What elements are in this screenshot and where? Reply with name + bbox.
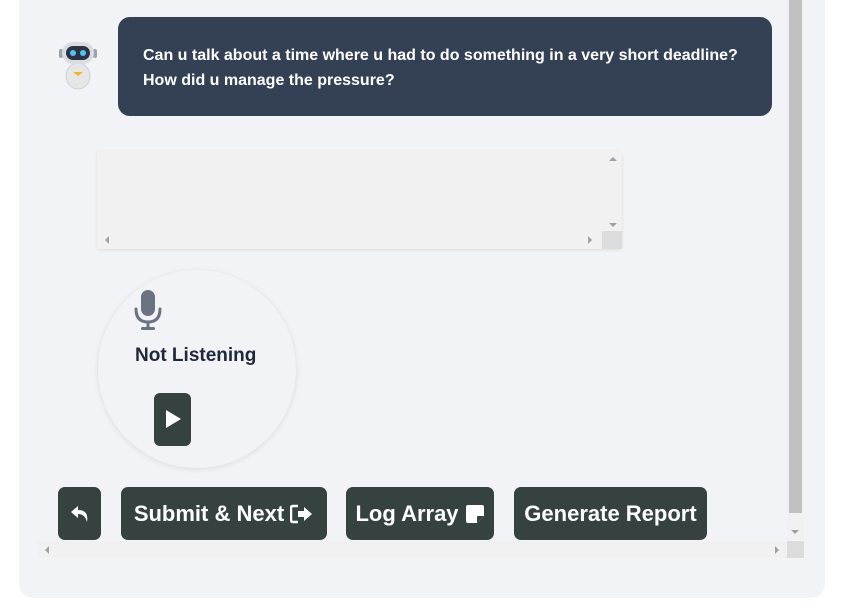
log-array-button[interactable]: Log Array <box>346 487 494 540</box>
play-icon <box>166 410 181 428</box>
page-vertical-scrollbar[interactable] <box>787 0 804 540</box>
scroll-up-arrow-icon[interactable] <box>609 157 617 161</box>
answer-textarea-container <box>97 151 622 249</box>
scrollbar-corner <box>787 541 804 558</box>
submit-next-label: Submit & Next <box>133 500 285 526</box>
bot-message-bubble: Can u talk about a time where u had to d… <box>118 17 772 116</box>
microphone-icon <box>134 290 162 330</box>
listening-status-label: Not Listening <box>135 345 257 366</box>
sticky-note-icon <box>465 504 484 523</box>
textarea-resize-corner[interactable] <box>602 231 622 249</box>
submit-next-button[interactable]: Submit & Next <box>121 487 327 540</box>
textarea-vertical-scrollbar[interactable] <box>604 151 622 231</box>
sign-out-arrow-icon <box>290 504 313 523</box>
scroll-left-arrow-icon[interactable] <box>105 236 109 244</box>
page-horizontal-scrollbar[interactable] <box>37 541 787 558</box>
scroll-down-arrow-icon[interactable] <box>791 530 799 534</box>
undo-arrow-icon <box>70 505 87 522</box>
play-button[interactable] <box>154 393 191 446</box>
scroll-down-arrow-icon[interactable] <box>609 223 617 227</box>
scrollbar-thumb[interactable] <box>789 0 802 513</box>
scroll-right-arrow-icon[interactable] <box>588 236 592 244</box>
voice-recorder-widget: Not Listening <box>98 270 296 468</box>
answer-textarea[interactable] <box>97 151 602 231</box>
generate-report-label: Generate Report <box>524 500 697 526</box>
generate-report-button[interactable]: Generate Report <box>514 487 707 540</box>
scroll-right-arrow-icon[interactable] <box>775 546 779 554</box>
robot-avatar-icon <box>59 42 97 90</box>
textarea-horizontal-scrollbar[interactable] <box>97 231 602 249</box>
log-array-label: Log Array <box>355 500 459 526</box>
back-button[interactable] <box>58 487 101 540</box>
scroll-left-arrow-icon[interactable] <box>45 546 49 554</box>
bot-message-text: Can u talk about a time where u had to d… <box>143 47 738 89</box>
